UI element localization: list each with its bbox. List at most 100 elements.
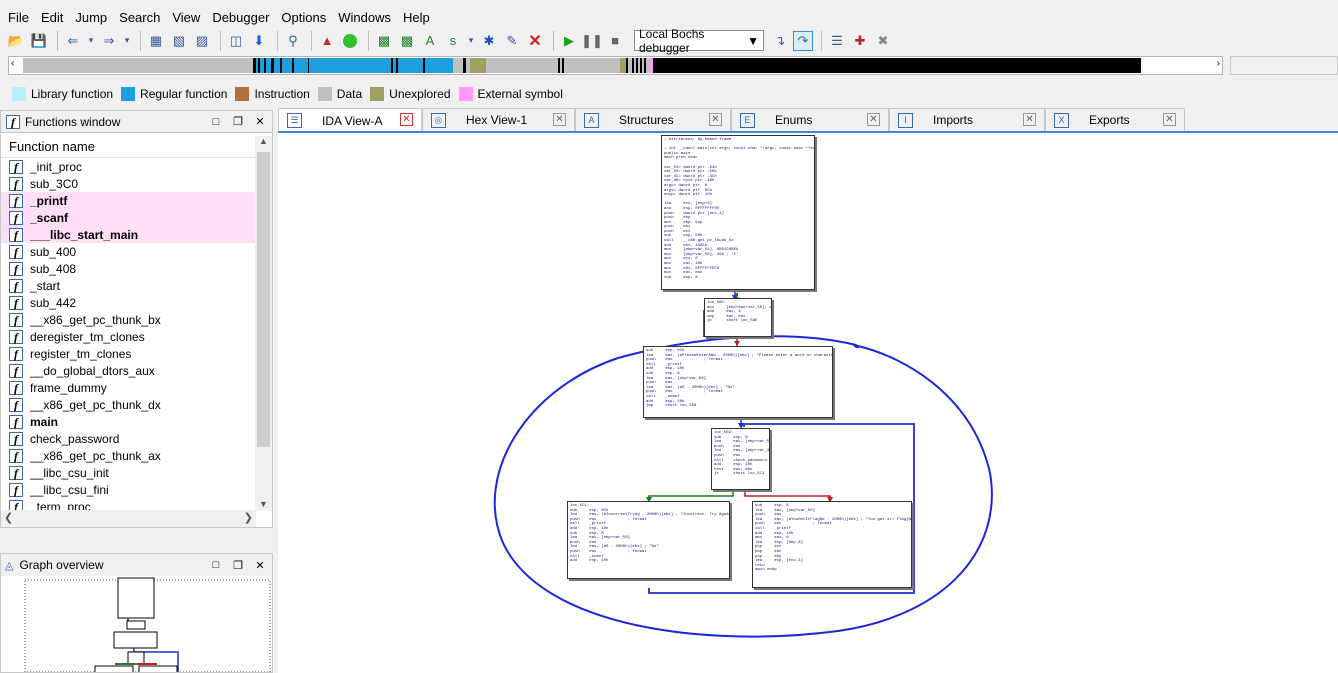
function-row[interactable]: f sub_408 — [1, 260, 256, 277]
navigation-scroll[interactable] — [1230, 56, 1338, 75]
function-row[interactable]: f __x86_get_pc_thunk_bx — [1, 311, 256, 328]
pause-icon[interactable]: ❚❚ — [581, 31, 603, 51]
function-row[interactable]: f __do_global_dtors_aux — [1, 362, 256, 379]
graph-overview-canvas[interactable] — [1, 576, 272, 672]
menu-search[interactable]: Search — [119, 10, 160, 25]
breakpoint-list-icon[interactable]: ☰ — [827, 31, 847, 51]
step-into-icon[interactable]: ↴ — [770, 31, 790, 51]
tab-enums[interactable]: E Enums ✕ — [731, 108, 889, 131]
function-row[interactable]: f main — [1, 413, 256, 430]
tab-hex-view-1[interactable]: ◎ Hex View-1 ✕ — [422, 108, 575, 131]
graph-icon[interactable]: ◫ — [226, 31, 246, 51]
function-row[interactable]: f check_password — [1, 430, 256, 447]
search-next-icon[interactable]: ⚲ — [283, 31, 303, 51]
search-text-icon[interactable]: ▦ — [146, 31, 166, 51]
function-row[interactable]: f _start — [1, 277, 256, 294]
ida-graph-view[interactable]: ; Attributes: bp-based frame ; int __cde… — [278, 131, 1338, 673]
nav-right-arrow-icon[interactable]: › — [1217, 58, 1220, 69]
add-breakpoint-icon[interactable]: ✚ — [850, 31, 870, 51]
menu-edit[interactable]: Edit — [41, 10, 63, 25]
make-string-icon[interactable]: A — [420, 31, 440, 51]
navigation-strip[interactable] — [23, 58, 1219, 73]
edit-icon[interactable]: ✎ — [502, 31, 522, 51]
tab-structures[interactable]: A Structures ✕ — [575, 108, 731, 131]
menu-view[interactable]: View — [172, 10, 200, 25]
close-red-icon[interactable]: ✕ — [525, 31, 545, 51]
code-block-incorrect[interactable]: loc_5C1: sub esp, 0Ch lea eax, (aIncorre… — [567, 501, 730, 579]
navigation-band[interactable]: ‹ › — [8, 56, 1223, 75]
float-icon[interactable]: ❐ — [232, 559, 244, 572]
function-row[interactable]: f sub_400 — [1, 243, 256, 260]
nav-segment — [453, 58, 463, 73]
make-data-icon[interactable]: ▩ — [397, 31, 417, 51]
function-row[interactable]: f register_tm_clones — [1, 345, 256, 362]
play-icon[interactable]: ▶ — [559, 31, 579, 51]
debugger-select[interactable]: Local Bochs debugger ▼ — [634, 27, 764, 55]
close-tab-icon[interactable]: ✕ — [400, 113, 413, 126]
close-icon[interactable]: ✕ — [254, 559, 266, 572]
scroll-right-icon[interactable]: ❯ — [244, 511, 253, 524]
forward-icon[interactable]: ⇒ — [99, 31, 119, 51]
function-row[interactable]: f ___libc_start_main — [1, 226, 256, 243]
function-row[interactable]: f _scanf — [1, 209, 256, 226]
remove-breakpoint-icon[interactable]: ✖ — [873, 31, 893, 51]
search-binary-icon[interactable]: ▧ — [169, 31, 189, 51]
vertical-scrollbar[interactable]: ▲ ▼ — [255, 136, 272, 511]
dropdown-icon[interactable]: ▾ — [86, 31, 96, 51]
function-row[interactable]: f __x86_get_pc_thunk_ax — [1, 447, 256, 464]
code-block-success[interactable]: sub esp, 8 lea eax, [ebp+var_50] push ea… — [752, 501, 912, 588]
dropdown-icon[interactable]: ▾ — [466, 31, 476, 51]
menu-jump[interactable]: Jump — [75, 10, 107, 25]
close-tab-icon[interactable]: ✕ — [553, 113, 566, 126]
menu-options[interactable]: Options — [281, 10, 326, 25]
close-tab-icon[interactable]: ✕ — [1023, 113, 1036, 126]
tab-exports[interactable]: X Exports ✕ — [1045, 108, 1185, 131]
function-row[interactable]: f sub_3C0 — [1, 175, 256, 192]
function-row[interactable]: f __libc_csu_init — [1, 464, 256, 481]
function-row[interactable]: f sub_442 — [1, 294, 256, 311]
star-icon[interactable]: ✱ — [479, 31, 499, 51]
tab-imports[interactable]: I Imports ✕ — [889, 108, 1045, 131]
dropdown-icon[interactable]: ▾ — [122, 31, 132, 51]
code-block-main[interactable]: ; Attributes: bp-based frame ; int __cde… — [661, 135, 815, 290]
tab-ida-view-a[interactable]: ☰ IDA View-A ✕ — [278, 108, 422, 132]
horizontal-scrollbar[interactable]: ❮ ❯ — [1, 510, 256, 527]
function-name-column-header[interactable]: Function name — [1, 136, 256, 158]
make-array-icon[interactable]: s — [443, 31, 463, 51]
close-tab-icon[interactable]: ✕ — [867, 113, 880, 126]
menu-windows[interactable]: Windows — [338, 10, 391, 25]
save-icon[interactable]: 💾 — [29, 31, 49, 51]
make-code-icon[interactable]: ▩ — [374, 31, 394, 51]
function-row[interactable]: f _init_proc — [1, 158, 256, 175]
scroll-up-icon[interactable]: ▲ — [255, 136, 272, 150]
menu-help[interactable]: Help — [403, 10, 430, 25]
scroll-down-icon[interactable]: ▼ — [255, 499, 272, 509]
green-status-icon[interactable] — [340, 31, 360, 51]
stop-icon[interactable]: ■ — [605, 31, 625, 51]
close-icon[interactable]: ✕ — [254, 116, 266, 128]
function-row[interactable]: f _printf — [1, 192, 256, 209]
close-tab-icon[interactable]: ✕ — [709, 113, 722, 126]
jump-down-icon[interactable]: ⬇ — [249, 31, 269, 51]
function-row[interactable]: f __x86_get_pc_thunk_dx — [1, 396, 256, 413]
function-row[interactable]: f deregister_tm_clones — [1, 328, 256, 345]
function-row[interactable]: f frame_dummy — [1, 379, 256, 396]
nav-left-arrow-icon[interactable]: ‹ — [11, 58, 14, 69]
code-block-prompt[interactable]: sub esp, 0Ch lea eax, (aPleaseEnterAWo -… — [643, 346, 833, 418]
close-tab-icon[interactable]: ✕ — [1163, 113, 1176, 126]
open-icon[interactable]: 📂 — [6, 31, 26, 51]
scroll-left-icon[interactable]: ❮ — [4, 511, 13, 524]
step-over-icon[interactable]: ↷ — [793, 30, 813, 51]
search-immediate-icon[interactable]: ▨ — [192, 31, 212, 51]
scroll-thumb[interactable] — [257, 152, 270, 447]
menu-file[interactable]: File — [8, 10, 29, 25]
code-block-loop[interactable]: loc_56E: mov [ebp+eax+var_50], ecx add e… — [704, 298, 772, 337]
code-block-check[interactable]: loc_5E9: sub esp, 8 lea eax, [ebp+var_50… — [711, 428, 770, 490]
minimize-icon[interactable]: □ — [210, 116, 222, 128]
function-row[interactable]: f __libc_csu_fini — [1, 481, 256, 498]
ida-icon[interactable]: ▲ — [317, 31, 337, 51]
float-icon[interactable]: ❐ — [232, 116, 244, 128]
back-icon[interactable]: ⇐ — [63, 31, 83, 51]
menu-debugger[interactable]: Debugger — [212, 10, 269, 25]
minimize-icon[interactable]: □ — [210, 559, 222, 571]
